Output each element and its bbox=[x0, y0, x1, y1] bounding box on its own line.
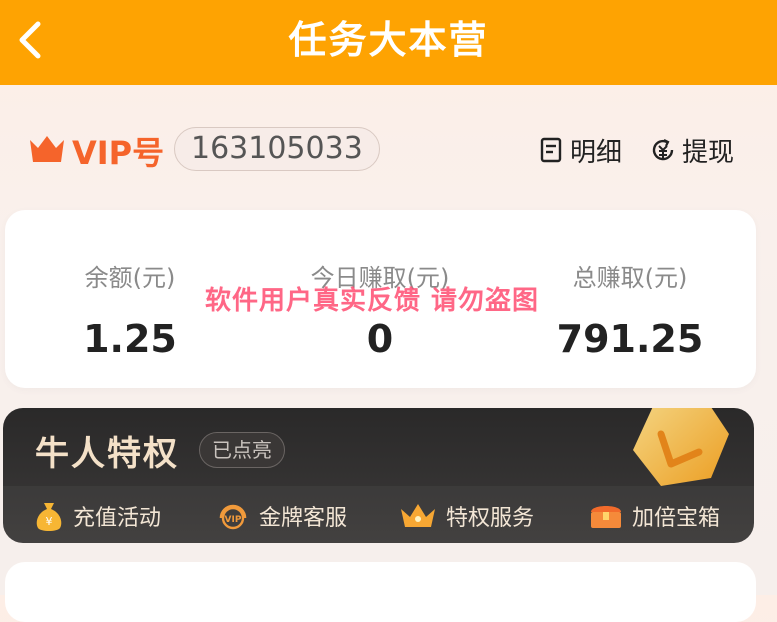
stat-balance: 余额(元) 1.25 bbox=[5, 258, 255, 361]
privilege-title: 牛人特权 bbox=[35, 434, 179, 474]
stats-card: 余额(元) 1.25 今日赚取(元) 0 总赚取(元) 791.25 bbox=[5, 210, 756, 388]
vip-label: VIP号 bbox=[72, 134, 165, 172]
double-chest-item[interactable]: 加倍宝箱 bbox=[588, 496, 720, 536]
stat-value: 1.25 bbox=[83, 317, 177, 361]
svg-text:VIP: VIP bbox=[225, 515, 242, 525]
privilege-badge: 已点亮 bbox=[199, 432, 285, 468]
vip-row: VIP号 163105033 明细 提现 bbox=[0, 120, 777, 180]
privilege-service-label: 特权服务 bbox=[446, 506, 535, 531]
vip-id: 163105033 bbox=[174, 127, 380, 171]
stat-label: 总赚取(元) bbox=[572, 264, 688, 292]
withdraw-link[interactable]: 提现 bbox=[650, 132, 734, 168]
treasure-chest-icon bbox=[591, 506, 621, 528]
crown-icon bbox=[30, 136, 64, 162]
privilege-service-item[interactable]: 特权服务 bbox=[398, 496, 534, 536]
detail-link[interactable]: 明细 bbox=[540, 132, 622, 168]
stat-value: 0 bbox=[366, 317, 394, 361]
crown-service-icon bbox=[401, 504, 435, 527]
double-chest-label: 加倍宝箱 bbox=[632, 506, 721, 531]
recharge-activity-label: 充值活动 bbox=[73, 506, 162, 531]
stat-label: 余额(元) bbox=[84, 264, 176, 292]
withdraw-label: 提现 bbox=[682, 137, 735, 168]
page-title: 任务大本营 bbox=[288, 18, 489, 62]
hexagon-badge-icon bbox=[633, 408, 729, 486]
gold-service-label: 金牌客服 bbox=[259, 506, 348, 531]
svg-text:¥: ¥ bbox=[46, 515, 53, 528]
top-bar: 任务大本营 bbox=[0, 0, 777, 85]
next-card bbox=[5, 562, 756, 622]
detail-label: 明细 bbox=[570, 137, 623, 168]
recharge-activity-item[interactable]: ¥ 充值活动 bbox=[33, 496, 161, 536]
withdraw-yen-icon bbox=[652, 139, 674, 161]
stat-value: 791.25 bbox=[556, 317, 704, 361]
stat-label: 今日赚取(元) bbox=[310, 264, 450, 292]
gold-service-item[interactable]: VIP 金牌客服 bbox=[215, 496, 347, 536]
privilege-card[interactable]: 牛人特权 已点亮 ¥ 充值活动 VIP 金牌客服 特权服务 加倍宝箱 bbox=[3, 408, 754, 543]
money-bag-icon: ¥ bbox=[36, 503, 62, 531]
stat-total: 总赚取(元) 791.25 bbox=[505, 258, 755, 361]
vip-headset-icon: VIP bbox=[219, 504, 247, 530]
document-icon bbox=[540, 137, 562, 163]
stat-today: 今日赚取(元) 0 bbox=[255, 258, 505, 361]
